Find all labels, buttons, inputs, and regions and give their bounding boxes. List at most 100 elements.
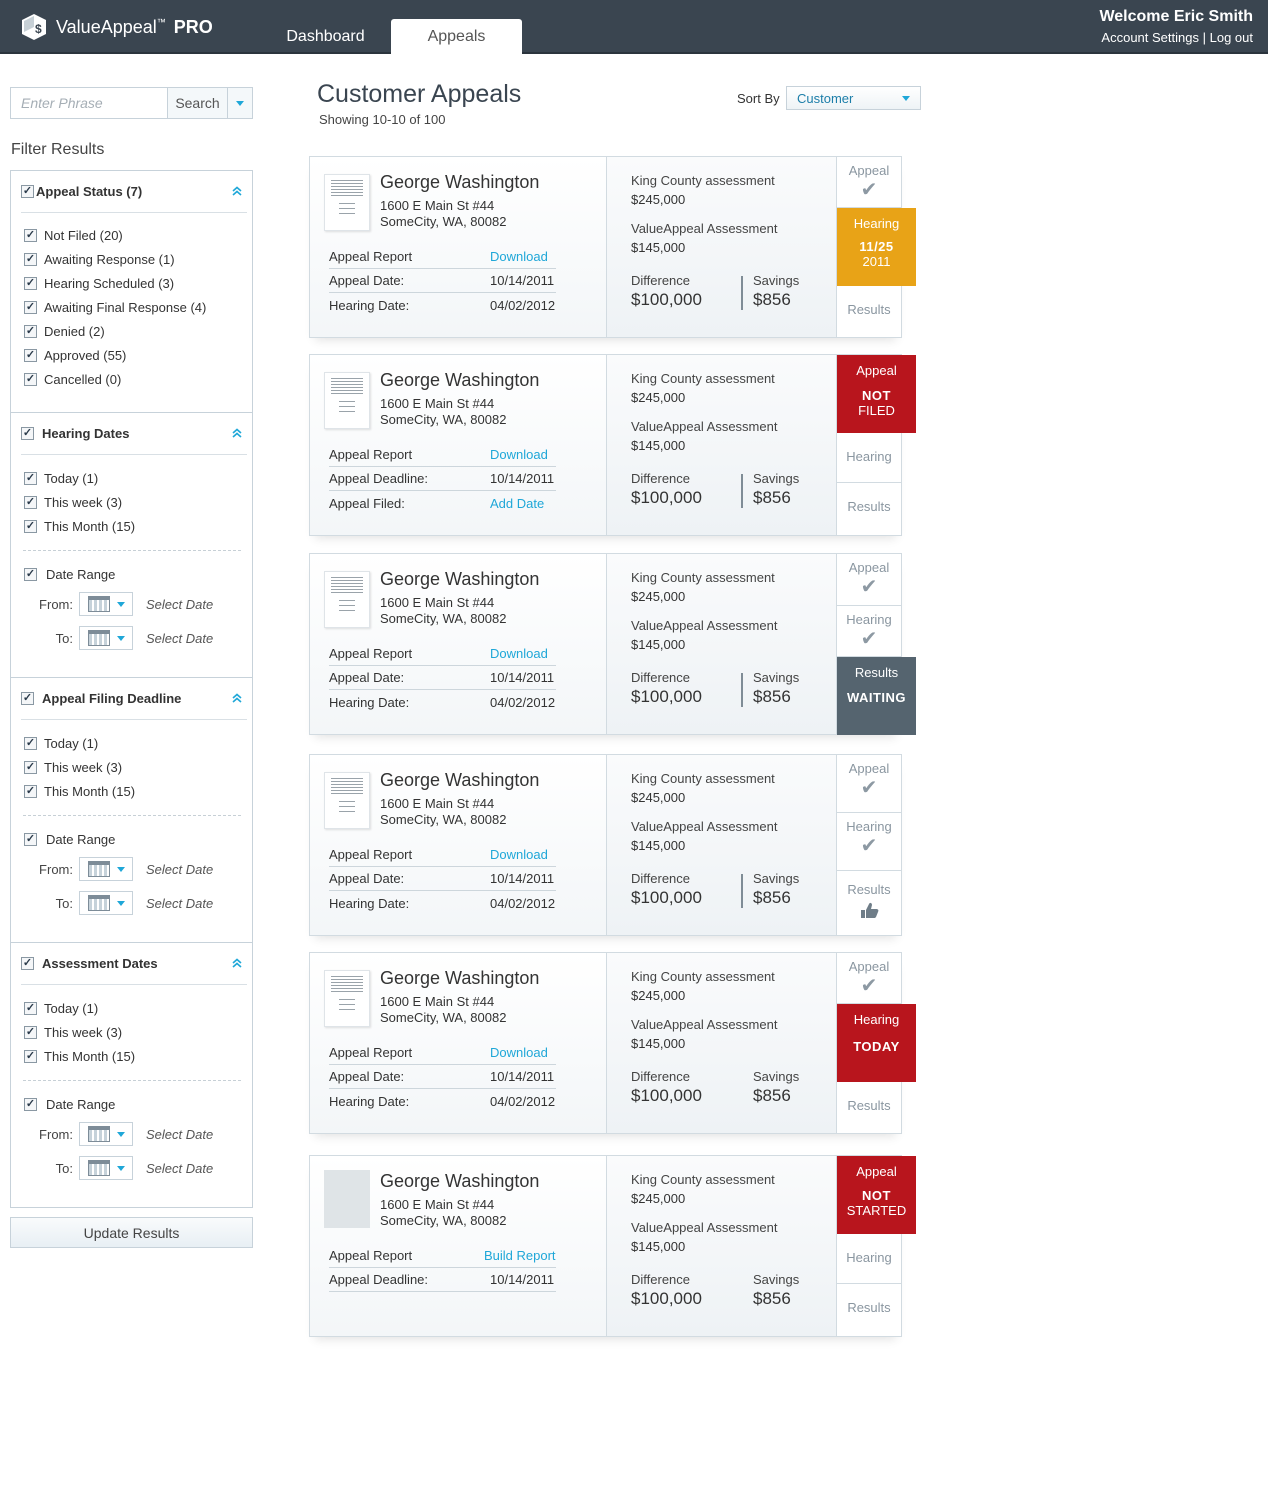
status-results[interactable]: Results: [837, 871, 901, 935]
date-from-picker[interactable]: [79, 1122, 133, 1146]
filter-option[interactable]: This Month (15): [24, 518, 135, 534]
filter-section-appeal-status[interactable]: Appeal Status (7): [21, 171, 247, 213]
filter-section-hearing-dates[interactable]: Hearing Dates: [21, 413, 247, 455]
filter-checkbox[interactable]: [24, 1025, 37, 1039]
status-appeal[interactable]: Appeal ✔: [837, 554, 901, 606]
filter-option[interactable]: Today (1): [24, 470, 98, 486]
status-hearing[interactable]: Hearing: [837, 433, 901, 483]
filter-checkbox[interactable]: [24, 832, 37, 846]
filter-option[interactable]: This Month (15): [24, 1048, 135, 1064]
filter-checkbox[interactable]: [24, 1049, 37, 1063]
status-results[interactable]: Results: [837, 286, 901, 337]
customer-name[interactable]: George Washington: [380, 370, 539, 391]
status-hearing[interactable]: Hearing ✔: [837, 813, 901, 871]
document-icon[interactable]: [324, 372, 370, 429]
status-results[interactable]: Results: [837, 1082, 901, 1133]
assessment-dates-checkbox[interactable]: [21, 957, 34, 970]
date-to-picker[interactable]: [79, 626, 133, 650]
filter-option[interactable]: Approved (55): [24, 347, 126, 363]
filter-checkbox[interactable]: [24, 252, 37, 266]
customer-name[interactable]: George Washington: [380, 1171, 539, 1192]
date-from-picker[interactable]: [79, 857, 133, 881]
status-results-waiting[interactable]: Results WAITING: [837, 657, 916, 735]
hearing-dates-checkbox[interactable]: [21, 427, 34, 440]
appeal-card[interactable]: George Washington 1600 E Main St #44 Som…: [309, 952, 916, 1134]
filter-checkbox[interactable]: [24, 228, 37, 242]
filter-option[interactable]: Awaiting Response (1): [24, 251, 175, 267]
status-results[interactable]: Results: [837, 483, 901, 535]
status-hearing-scheduled[interactable]: Hearing 11/25 2011: [837, 208, 916, 286]
date-range-option[interactable]: Date Range: [24, 1096, 115, 1112]
select-date-text[interactable]: Select Date: [146, 1161, 213, 1176]
update-results-button[interactable]: Update Results: [10, 1217, 253, 1248]
appeal-card[interactable]: George Washington 1600 E Main St #44 Som…: [309, 354, 916, 536]
search-button[interactable]: Search: [167, 88, 227, 118]
filing-deadline-checkbox[interactable]: [21, 692, 34, 705]
filter-option[interactable]: This week (3): [24, 494, 122, 510]
build-report-link[interactable]: Build Report: [484, 1248, 558, 1263]
chevron-up-icon[interactable]: [231, 428, 243, 438]
appeal-card[interactable]: George Washington 1600 E Main St #44 Som…: [309, 553, 916, 735]
filter-option[interactable]: This Month (15): [24, 783, 135, 799]
logout-link[interactable]: Log out: [1210, 30, 1253, 45]
filter-option[interactable]: Not Filed (20): [24, 227, 123, 243]
customer-name[interactable]: George Washington: [380, 770, 539, 791]
logo[interactable]: $ ValueAppeal™ PRO: [20, 12, 213, 42]
download-link[interactable]: Download: [490, 447, 556, 462]
filter-section-assessment-dates[interactable]: Assessment Dates: [21, 943, 247, 985]
filter-option[interactable]: Denied (2): [24, 323, 105, 339]
status-appeal[interactable]: Appeal ✔: [837, 755, 901, 813]
appeal-card[interactable]: George Washington 1600 E Main St #44 Som…: [309, 156, 916, 338]
account-settings-link[interactable]: Account Settings: [1101, 30, 1199, 45]
date-to-picker[interactable]: [79, 891, 133, 915]
filter-checkbox[interactable]: [24, 348, 37, 362]
tab-dashboard[interactable]: Dashboard: [260, 19, 391, 54]
download-link[interactable]: Download: [490, 847, 556, 862]
filter-checkbox[interactable]: [24, 519, 37, 533]
select-date-text[interactable]: Select Date: [146, 631, 213, 646]
appeal-card[interactable]: George Washington 1600 E Main St #44 Som…: [309, 1155, 916, 1337]
filter-option[interactable]: This week (3): [24, 1024, 122, 1040]
status-appeal-not-started[interactable]: Appeal NOT STARTED: [837, 1156, 916, 1234]
filter-option[interactable]: This week (3): [24, 759, 122, 775]
document-icon[interactable]: [324, 970, 370, 1027]
filter-checkbox[interactable]: [24, 784, 37, 798]
search-options-dropdown[interactable]: [227, 88, 252, 118]
filter-checkbox[interactable]: [24, 276, 37, 290]
status-hearing[interactable]: Hearing: [837, 1234, 901, 1284]
customer-name[interactable]: George Washington: [380, 569, 539, 590]
status-appeal-not-filed[interactable]: Appeal NOT FILED: [837, 355, 916, 433]
filter-checkbox[interactable]: [24, 471, 37, 485]
download-link[interactable]: Download: [490, 1045, 556, 1060]
status-hearing[interactable]: Hearing ✔: [837, 606, 901, 657]
select-date-text[interactable]: Select Date: [146, 597, 213, 612]
status-appeal[interactable]: Appeal ✔: [837, 157, 901, 208]
filter-checkbox[interactable]: [24, 567, 37, 581]
filter-checkbox[interactable]: [24, 1097, 37, 1111]
date-to-picker[interactable]: [79, 1156, 133, 1180]
appeal-status-checkbox[interactable]: [21, 185, 34, 198]
filter-checkbox[interactable]: [24, 495, 37, 509]
chevron-up-icon[interactable]: [231, 693, 243, 703]
select-date-text[interactable]: Select Date: [146, 896, 213, 911]
add-date-link[interactable]: Add Date: [490, 496, 556, 511]
document-icon[interactable]: [324, 174, 370, 231]
filter-checkbox[interactable]: [24, 760, 37, 774]
download-link[interactable]: Download: [490, 646, 556, 661]
document-icon[interactable]: [324, 571, 370, 628]
filter-checkbox[interactable]: [24, 736, 37, 750]
select-date-text[interactable]: Select Date: [146, 862, 213, 877]
filter-checkbox[interactable]: [24, 324, 37, 338]
search-input[interactable]: [11, 88, 167, 118]
filter-checkbox[interactable]: [24, 1001, 37, 1015]
appeal-card[interactable]: George Washington 1600 E Main St #44 Som…: [309, 754, 902, 936]
customer-name[interactable]: George Washington: [380, 172, 539, 193]
filter-section-appeal-filing-deadline[interactable]: Appeal Filing Deadline: [21, 678, 247, 720]
filter-option[interactable]: Today (1): [24, 1000, 98, 1016]
status-hearing-today[interactable]: Hearing TODAY: [837, 1004, 916, 1082]
filter-option[interactable]: Awaiting Final Response (4): [24, 299, 206, 315]
filter-option[interactable]: Today (1): [24, 735, 98, 751]
customer-name[interactable]: George Washington: [380, 968, 539, 989]
status-appeal[interactable]: Appeal ✔: [837, 953, 901, 1004]
date-range-option[interactable]: Date Range: [24, 831, 115, 847]
